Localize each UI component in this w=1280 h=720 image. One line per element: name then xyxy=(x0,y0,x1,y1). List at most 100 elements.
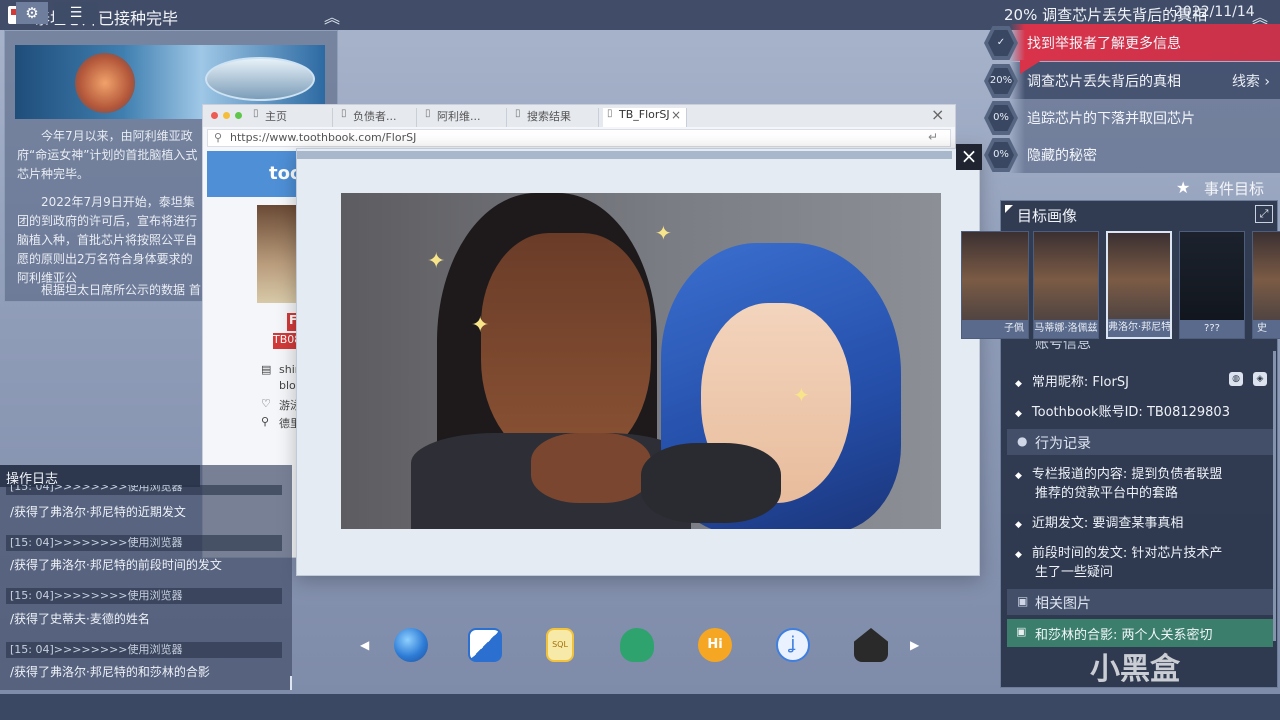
sparkle-icon: ✦ xyxy=(427,249,446,274)
target-profile-title: 目标画像 xyxy=(1017,207,1078,225)
bio-icon: ▤ xyxy=(261,363,272,376)
portrait-name: 子佩 xyxy=(962,320,1028,338)
photo-close-button[interactable]: × xyxy=(956,144,982,170)
app-dock: ◀ SQL Hi ʝ ▶ xyxy=(340,618,940,674)
sleeve xyxy=(641,443,781,523)
tab-home[interactable]: 主页 xyxy=(249,108,333,127)
objective-progress: 0% xyxy=(988,142,1014,168)
left-person-face xyxy=(481,233,651,463)
mail-icon[interactable] xyxy=(468,628,502,662)
nickname-text: 常用昵称: FlorSJ xyxy=(1031,375,1129,390)
tab-search-results[interactable]: 搜索结果 xyxy=(511,108,599,127)
event-goal-label[interactable]: 事件目标 xyxy=(1204,178,1264,199)
related-section-label: 相关图片 xyxy=(1035,596,1091,612)
sql-file-icon[interactable]: SQL xyxy=(546,628,574,662)
window-maximize-dot[interactable] xyxy=(235,112,242,119)
watermark-logo: 小黑盒 xyxy=(1090,652,1180,687)
person-icon: ● xyxy=(1017,434,1028,448)
dock-next-icon[interactable]: ▶ xyxy=(910,638,919,652)
related-images-section-header[interactable]: ▣ 相关图片 xyxy=(1007,589,1273,615)
brain-illustration xyxy=(75,53,135,113)
photo-viewer-modal: ✦ ✦ ✦ ✦ xyxy=(296,148,980,576)
security-key-icon[interactable] xyxy=(620,628,654,662)
globe-icon[interactable]: ◍ xyxy=(1229,372,1243,386)
target-profile-panel: 目标画像 ⤢ 子佩 马蒂娜·洛佩兹 弗洛尔·邦尼特 ??? 史 账号信息 ◆ 常用… xyxy=(961,200,1280,688)
log-timestamp: [15: 04]>>>>>>>>使用浏览器 xyxy=(6,485,282,495)
globe-icon[interactable] xyxy=(394,628,428,662)
objective-label: 追踪芯片的下落并取回芯片 xyxy=(1027,111,1195,127)
photo-viewer-header xyxy=(297,151,952,159)
portrait-card[interactable]: 马蒂娜·洛佩兹 xyxy=(1033,231,1099,339)
browser-tab-bar: 主页 负债者... 阿利维... 搜索结果 TB_FlorSJ × × xyxy=(203,105,955,127)
objectives-panel: ✓ 找到举报者了解更多信息 20% 调查芯片丢失背后的真相 线索 › 0% 追踪… xyxy=(980,22,1280,173)
bottom-bar xyxy=(0,694,1280,720)
panel-corner-mark xyxy=(1005,205,1013,213)
expand-icon[interactable]: ⤢ xyxy=(1255,205,1273,223)
shield-icon[interactable]: ◈ xyxy=(1253,372,1267,386)
objective-label: 隐藏的秘密 xyxy=(1027,148,1097,164)
objective-track-chip[interactable]: 0% 追踪芯片的下落并取回芯片 xyxy=(980,99,1280,136)
behavior-section-label: 行为记录 xyxy=(1035,436,1091,452)
star-icon: ★ xyxy=(1176,178,1191,197)
objective-progress: 0% xyxy=(988,105,1014,131)
behavior-row: ◆ 近期发文: 要调查某事真相 xyxy=(1015,516,1184,531)
heart-icon: ♡ xyxy=(261,397,271,410)
dock-prev-icon[interactable]: ◀ xyxy=(360,638,369,652)
portrait-name: 马蒂娜·洛佩兹 xyxy=(1034,320,1098,338)
sparkle-icon: ✦ xyxy=(655,221,672,245)
log-message: /获得了弗洛尔·邦尼特的和莎林的合影 xyxy=(10,665,210,679)
portrait-card[interactable]: 史 xyxy=(1252,231,1280,339)
portrait-card[interactable]: 子佩 xyxy=(961,231,1029,339)
log-scrollbar[interactable] xyxy=(290,676,292,690)
behavior-row-continued: 推荐的贷款平台中的套路 xyxy=(1035,486,1179,501)
target-scrollbar[interactable] xyxy=(1273,351,1276,641)
behavior-section-header[interactable]: ● 行为记录 xyxy=(1007,429,1273,455)
portrait-card-selected[interactable]: 弗洛尔·邦尼特 xyxy=(1106,231,1172,339)
behavior-row: ◆ 专栏报道的内容: 提到负债者联盟 xyxy=(1015,467,1223,482)
collapse-up-icon[interactable]: ︽ xyxy=(324,4,340,28)
checkmark-icon: ✓ xyxy=(988,30,1014,56)
toothbook-banner: toot xyxy=(207,151,311,197)
portrait-name: 史 xyxy=(1253,320,1280,338)
enter-icon[interactable]: ↵ xyxy=(928,130,938,144)
behavior-text: 近期发文: 要调查某事真相 xyxy=(1031,516,1184,531)
task-list-icon[interactable]: ☰ xyxy=(54,2,98,24)
window-close-dot[interactable] xyxy=(211,112,218,119)
account-id-row: ◆ Toothbook账号ID: TB08129803 xyxy=(1015,405,1230,420)
objective-hidden-secret[interactable]: 0% 隐藏的秘密 xyxy=(980,136,1280,173)
behavior-text: 专栏报道的内容: 提到负债者联盟 xyxy=(1031,467,1223,482)
address-bar[interactable]: ⚲ https://www.toothbook.com/FlorSJ ↵ xyxy=(207,129,951,147)
log-timestamp: [15: 04]>>>>>>>>使用浏览器 xyxy=(6,535,282,551)
url-text: https://www.toothbook.com/FlorSJ xyxy=(230,131,417,144)
log-message: /获得了弗洛尔·邦尼特的前段时间的发文 xyxy=(10,558,222,572)
image-icon: ▣ xyxy=(1016,625,1027,638)
tab-alivia[interactable]: 阿利维... xyxy=(421,108,507,127)
related-image-text: 和莎林的合影: 两个人关系密切 xyxy=(1035,628,1213,643)
objective-hex-badge: 20% xyxy=(984,64,1018,98)
related-image-item[interactable]: ▣ 和莎林的合影: 两个人关系密切 xyxy=(1007,619,1273,647)
sparkle-icon: ✦ xyxy=(471,313,490,338)
fishhook-icon[interactable]: ʝ xyxy=(776,628,810,662)
portrait-card-unknown[interactable]: ??? xyxy=(1179,231,1245,339)
settings-gear-icon[interactable]: ⚙ xyxy=(16,2,48,24)
objective-progress: 20% xyxy=(988,68,1014,94)
hi-chat-icon[interactable]: Hi xyxy=(698,628,732,662)
behavior-text: 前段时间的发文: 针对芯片技术产 xyxy=(1031,546,1223,561)
window-minimize-dot[interactable] xyxy=(223,112,230,119)
log-timestamp: [15: 04]>>>>>>>>使用浏览器 xyxy=(6,642,282,658)
log-message: /获得了史蒂夫·麦德的姓名 xyxy=(10,612,150,626)
behavior-row: ◆ 前段时间的发文: 针对芯片技术产 xyxy=(1015,546,1223,561)
objective-hex-badge: 0% xyxy=(984,101,1018,135)
tab-close-icon[interactable]: × xyxy=(671,108,681,122)
hacker-hi-icon[interactable] xyxy=(854,628,888,662)
sparkle-icon: ✦ xyxy=(793,383,810,407)
browser-close-icon[interactable]: × xyxy=(931,105,944,124)
system-date: 2022/11/14 xyxy=(1174,4,1255,20)
clue-link[interactable]: 线索 › xyxy=(1232,71,1270,91)
objective-find-whistleblower[interactable]: ✓ 找到举报者了解更多信息 xyxy=(980,24,1280,61)
tab-debtors[interactable]: 负债者... xyxy=(337,108,417,127)
log-timestamp: [15: 04]>>>>>>>>使用浏览器 xyxy=(6,588,282,604)
objective-investigate-chip-loss[interactable]: 20% 调查芯片丢失背后的真相 线索 › xyxy=(980,62,1280,99)
portrait-name: 弗洛尔·邦尼特 xyxy=(1108,319,1170,337)
left-person-hand xyxy=(531,433,651,503)
